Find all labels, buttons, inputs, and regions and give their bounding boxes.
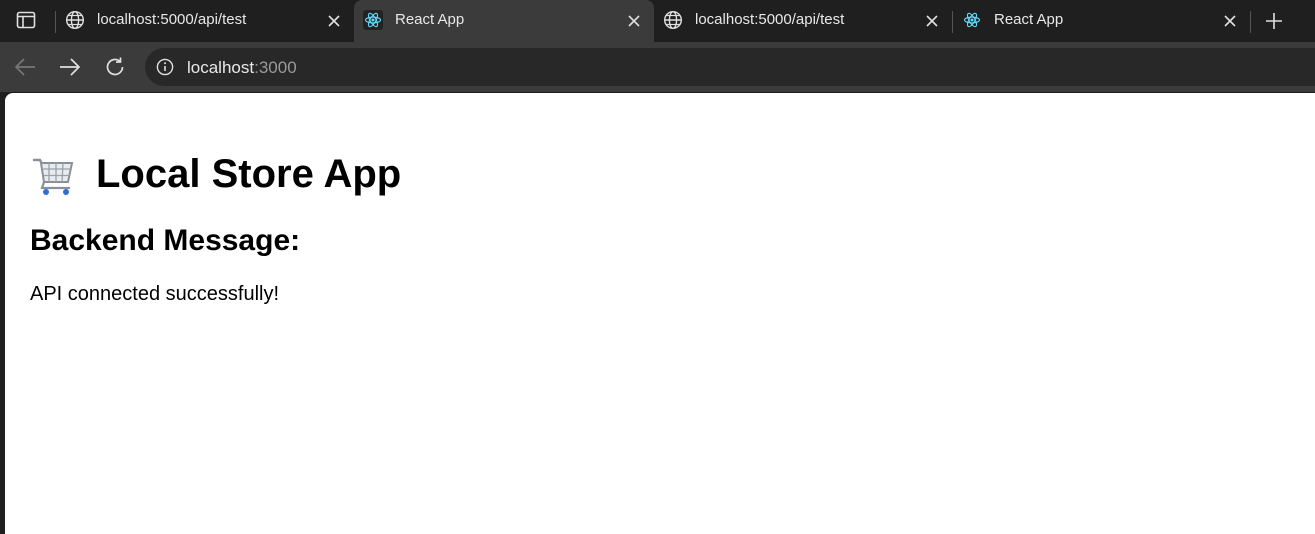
globe-icon — [65, 10, 85, 30]
reload-button[interactable] — [103, 55, 127, 79]
url-text[interactable]: localhost:3000 — [187, 58, 297, 78]
close-tab-icon[interactable] — [924, 13, 940, 29]
tab-react-app-2[interactable]: React App — [953, 0, 1250, 42]
sidebar-panel-icon — [16, 11, 36, 29]
arrow-left-icon — [14, 58, 35, 76]
tab-title: React App — [395, 11, 465, 28]
tab-api-test-2[interactable]: localhost:5000/api/test — [654, 0, 952, 42]
tab-title: localhost:5000/api/test — [97, 11, 247, 28]
url-host: localhost — [187, 58, 255, 77]
tab-actions-button[interactable] — [14, 9, 38, 31]
browser-toolbar: localhost:3000 — [0, 42, 1315, 92]
new-tab-button[interactable] — [1262, 9, 1286, 33]
close-tab-icon[interactable] — [326, 13, 342, 29]
section-heading: Backend Message: — [30, 224, 301, 257]
tab-api-test-1[interactable]: localhost:5000/api/test — [56, 0, 354, 42]
close-tab-icon[interactable] — [626, 13, 642, 29]
tab-title: localhost:5000/api/test — [695, 11, 845, 28]
react-icon — [363, 10, 383, 30]
backend-message: API connected successfully! — [30, 283, 280, 305]
refresh-icon — [106, 57, 124, 76]
page-title: Local Store App — [30, 151, 401, 197]
tab-react-app-active[interactable]: React App — [354, 0, 654, 42]
tab-title: React App — [994, 11, 1064, 28]
url-port: :3000 — [254, 58, 297, 77]
info-icon[interactable] — [156, 58, 174, 76]
plus-icon — [1266, 13, 1282, 29]
globe-icon — [663, 10, 683, 30]
address-bar[interactable]: localhost:3000 — [145, 48, 1315, 86]
close-tab-icon[interactable] — [1222, 13, 1238, 29]
react-icon — [962, 10, 982, 30]
tab-strip: localhost:5000/api/test React App localh… — [0, 0, 1315, 42]
shopping-cart-icon — [32, 158, 74, 195]
page-title-text: Local Store App — [96, 151, 402, 196]
back-button[interactable] — [13, 55, 37, 79]
forward-button[interactable] — [58, 55, 82, 79]
page-viewport: Local Store App Backend Message: API con… — [5, 93, 1315, 534]
arrow-right-icon — [60, 58, 81, 76]
